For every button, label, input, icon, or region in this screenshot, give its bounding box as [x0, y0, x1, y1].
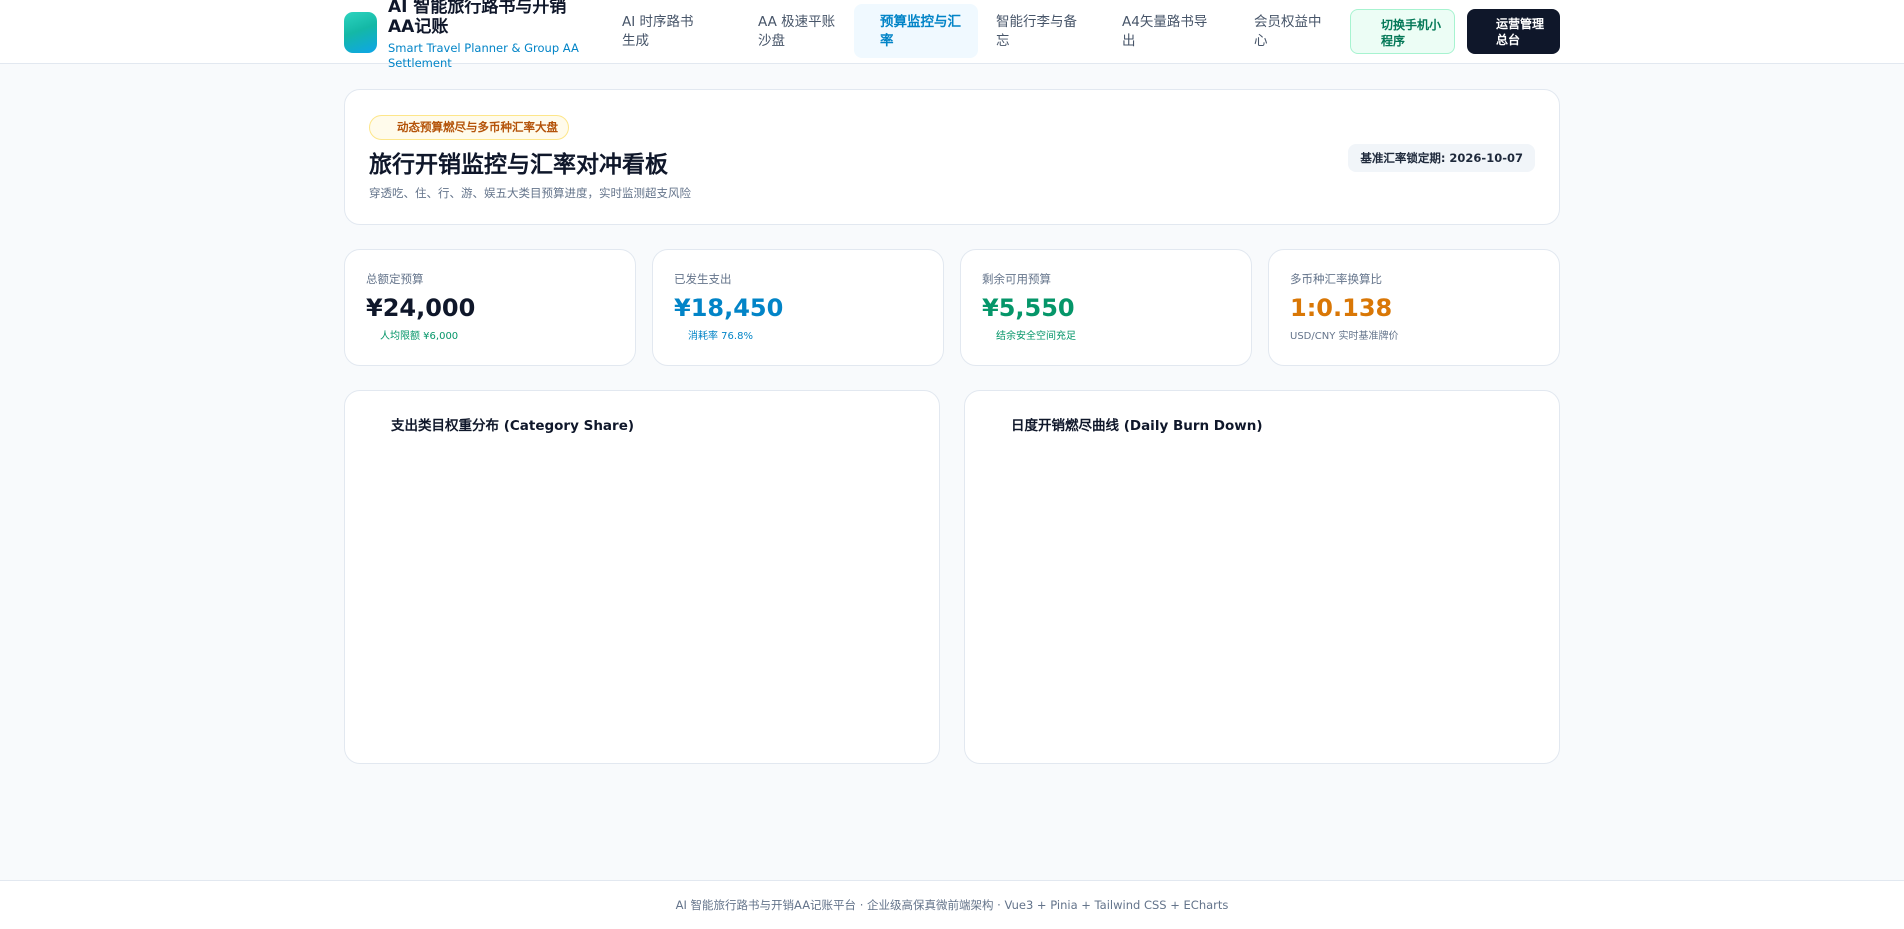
- stat-value: ¥5,550: [982, 294, 1075, 322]
- stat-note: 消耗率 76.8%: [688, 331, 753, 342]
- nav-item-itinerary[interactable]: AI 时序路书生成: [600, 4, 720, 58]
- stat-card-remaining: 剩余可用预算 ¥5,550 结余安全空间充足: [960, 249, 1252, 366]
- burn-down-panel: 日度开销燃尽曲线 (Daily Burn Down): [964, 390, 1560, 764]
- nav-item-label: A4矢量路书导出: [1122, 14, 1208, 49]
- brand-title: AI 智能旅行路书与开销AA记账: [388, 0, 567, 37]
- nav-item-aa-settlement[interactable]: AA 极速平账沙盘: [732, 4, 852, 58]
- stat-label: 剩余可用预算: [982, 272, 1051, 286]
- top-navigation-bar: AI 智能旅行路书与开销AA记账 Smart Travel Planner & …: [0, 0, 1904, 70]
- burn-down-chart-area: [989, 451, 1535, 743]
- page-title: 旅行开销监控与汇率对冲看板: [369, 152, 668, 178]
- stat-card-fx-rate: 多币种汇率换算比 1:0.138 USD/CNY 实时基准牌价: [1268, 249, 1560, 366]
- stat-note: USD/CNY 实时基准牌价: [1290, 331, 1399, 342]
- panel-title: 支出类目权重分布 (Category Share): [391, 418, 635, 434]
- page-description: 穿透吃、住、行、游、娱五大类目预算进度，实时监测超支风险: [369, 186, 691, 200]
- category-share-panel: 支出类目权重分布 (Category Share): [344, 390, 940, 764]
- nav-item-label: AA 极速平账沙盘: [758, 14, 836, 49]
- nav-item-budget-monitor[interactable]: 预算监控与汇率: [854, 4, 978, 58]
- nav-item-label: 预算监控与汇率: [880, 14, 961, 49]
- stat-card-spent: 已发生支出 ¥18,450 消耗率 76.8%: [652, 249, 944, 366]
- stat-label: 总额定预算: [366, 272, 424, 286]
- nav-item-label: AI 时序路书生成: [622, 14, 694, 49]
- stat-label: 已发生支出: [674, 272, 732, 286]
- nav-item-membership[interactable]: 会员权益中心: [1240, 4, 1344, 58]
- nav-item-luggage-memo[interactable]: 智能行李与备忘: [982, 4, 1102, 58]
- app-logo-icon[interactable]: [344, 12, 377, 53]
- page-footer: AI 智能旅行路书与开销AA记账平台 · 企业级高保真微前端架构 · Vue3 …: [0, 880, 1904, 929]
- stat-card-total-budget: 总额定预算 ¥24,000 人均限额 ¥6,000: [344, 249, 636, 366]
- nav-item-label: 会员权益中心: [1254, 14, 1322, 49]
- brand-subtitle: Smart Travel Planner & Group AA Settleme…: [388, 41, 579, 70]
- stat-note: 人均限额 ¥6,000: [380, 331, 459, 342]
- footer-text: AI 智能旅行路书与开销AA记账平台 · 企业级高保真微前端架构 · Vue3 …: [675, 898, 1229, 912]
- stat-note: 结余安全空间充足: [996, 331, 1076, 342]
- dashboard-hero-card: 动态预算燃尽与多币种汇率大盘 旅行开销监控与汇率对冲看板 穿透吃、住、行、游、娱…: [344, 89, 1560, 225]
- switch-mini-program-button[interactable]: 切换手机小程序: [1350, 9, 1455, 54]
- stat-label: 多币种汇率换算比: [1290, 272, 1382, 286]
- nav-item-label: 智能行李与备忘: [996, 14, 1077, 49]
- panel-title: 日度开销燃尽曲线 (Daily Burn Down): [1011, 418, 1263, 434]
- section-badge: 动态预算燃尽与多币种汇率大盘: [369, 115, 569, 140]
- admin-console-button[interactable]: 运营管理总台: [1467, 9, 1560, 54]
- nav-item-a4-export[interactable]: A4矢量路书导出: [1108, 4, 1232, 58]
- category-chart-area: [369, 451, 915, 743]
- rate-lock-badge: 基准汇率锁定期: 2026-10-07: [1348, 144, 1535, 172]
- stat-value: 1:0.138: [1290, 294, 1393, 322]
- stat-value: ¥18,450: [674, 294, 784, 322]
- stat-value: ¥24,000: [366, 294, 476, 322]
